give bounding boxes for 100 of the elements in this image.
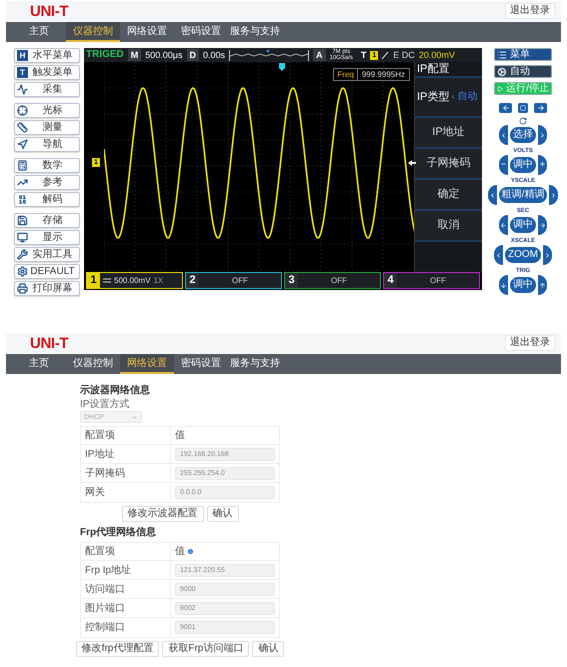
sidebar-button[interactable]: 数学 xyxy=(14,158,80,173)
table-cell: 访问端口 xyxy=(81,580,171,598)
chevron-left-icon xyxy=(500,132,507,138)
gears-icon xyxy=(497,66,507,76)
nav-tab[interactable]: 主页 xyxy=(12,354,66,374)
play-icon xyxy=(497,84,504,94)
acquire-tag: A xyxy=(313,49,326,61)
menu-item[interactable]: 子网掩码 xyxy=(415,149,482,180)
sidebar-button[interactable]: 光标 xyxy=(14,103,80,118)
sidebar-button[interactable]: H 水平菜单 xyxy=(14,48,80,63)
nav-tab[interactable]: 服务与支持 xyxy=(228,22,282,42)
option-value: 自动 xyxy=(457,92,478,102)
chevron-left-icon xyxy=(495,252,502,258)
form-button[interactable]: 确认 xyxy=(252,641,284,657)
channel-number: 1 xyxy=(87,273,100,288)
turn-right-button[interactable] xyxy=(538,215,547,235)
sidebar-button[interactable]: 显示 xyxy=(14,230,80,245)
letter-icon: H xyxy=(17,50,28,61)
channel-tab[interactable]: 4 OFF xyxy=(383,272,480,289)
sidebar-button[interactable]: 测量 xyxy=(14,120,80,135)
turn-right-button[interactable] xyxy=(549,185,558,205)
decrease-button[interactable]: − xyxy=(499,155,508,175)
knob-button[interactable]: 调中 xyxy=(508,215,538,235)
turn-left-button[interactable] xyxy=(499,215,508,235)
increase-button[interactable]: + xyxy=(538,155,547,175)
knob-button[interactable]: 调中 xyxy=(508,155,538,175)
nav-tab[interactable]: 主页 xyxy=(12,22,66,42)
nav-tab[interactable]: 网络设置 xyxy=(120,22,174,42)
rotate-icon xyxy=(519,117,527,125)
section-title: 示波器网络信息 xyxy=(80,384,151,397)
arrow-right-icon xyxy=(539,222,546,228)
form-button[interactable]: 获取Frp访问端口 xyxy=(162,641,250,657)
turn-left-button[interactable] xyxy=(494,245,503,265)
brand-logo: UNI-T xyxy=(30,4,68,18)
timebase-tag: M xyxy=(128,49,142,61)
nav-tab[interactable]: 仪器控制 xyxy=(66,22,120,42)
channel-tab[interactable]: 1 500.00mV 1X xyxy=(86,272,183,289)
channel-tab[interactable]: 3 OFF xyxy=(284,272,381,289)
brand-logo: UNI-T xyxy=(30,336,68,350)
next-button[interactable] xyxy=(534,103,547,113)
channel-status: OFF xyxy=(429,275,447,287)
nav-tab[interactable]: 服务与支持 xyxy=(228,354,282,374)
channel-status: OFF xyxy=(231,275,249,287)
nav-tab[interactable]: 网络设置 xyxy=(120,354,174,374)
arrow-up-icon xyxy=(539,282,546,288)
menu-option[interactable]: IP类型 自动 xyxy=(415,78,482,118)
trigger-level-arrow-icon xyxy=(408,160,416,166)
nav-tab[interactable]: 密码设置 xyxy=(174,22,228,42)
form-button[interactable]: 修改frp代理配置 xyxy=(76,641,160,657)
knob-button[interactable]: 选择 xyxy=(508,125,538,145)
sidebar-button[interactable]: 导航 xyxy=(14,137,80,152)
menu-item[interactable]: IP地址 xyxy=(415,118,482,149)
control-button[interactable]: 自动 xyxy=(494,65,552,78)
table-cell: IP地址 xyxy=(81,445,171,463)
turn-left-button[interactable] xyxy=(499,125,508,145)
field-label: IP设置方式 xyxy=(80,399,130,411)
chevron-down-icon xyxy=(131,414,138,420)
chevron-left-icon xyxy=(450,94,456,100)
menu-item[interactable]: 取消 xyxy=(415,211,482,242)
channel-number: 3 xyxy=(285,273,298,288)
table-cell: 控制端口 xyxy=(81,618,171,637)
trigger-state: TRIGED xyxy=(86,50,124,60)
control-button[interactable]: 菜单 xyxy=(494,48,552,61)
sidebar-button[interactable]: T 触发菜单 xyxy=(14,65,80,80)
form-button[interactable]: 确认 xyxy=(206,506,238,522)
knob-button[interactable]: ZOOM xyxy=(503,245,543,265)
logout-button[interactable]: 退出登录 xyxy=(505,3,555,19)
sidebar-button[interactable]: 采集 xyxy=(14,82,80,97)
column-header: 配置项 xyxy=(81,543,171,560)
turn-left-button[interactable] xyxy=(499,275,508,295)
info-icon[interactable] xyxy=(187,548,194,555)
logout-button[interactable]: 退出登录 xyxy=(505,335,555,351)
menu-item[interactable]: 确定 xyxy=(415,180,482,211)
stop-button[interactable] xyxy=(518,103,528,113)
channel-scale: 500.00mV xyxy=(114,276,150,284)
table-cell: 子网掩码 xyxy=(81,464,171,482)
sidebar-button[interactable]: 参考 xyxy=(14,175,80,190)
knob-button[interactable]: 调中 xyxy=(508,275,538,295)
rising-edge-icon xyxy=(382,50,390,60)
probe-ratio: 1X xyxy=(153,276,164,284)
sidebar-button[interactable]: 解码 xyxy=(14,192,80,207)
previous-button[interactable] xyxy=(499,103,512,113)
knob-button[interactable]: 粗调/精调 xyxy=(496,185,550,205)
sidebar-button[interactable]: 打印屏幕 xyxy=(14,281,80,296)
column-header: 值 xyxy=(175,430,185,442)
nav-tab[interactable]: 仪器控制 xyxy=(66,354,120,374)
turn-right-button[interactable] xyxy=(538,125,547,145)
turn-left-button[interactable] xyxy=(488,185,497,205)
channel-status: OFF xyxy=(330,275,348,287)
turn-right-button[interactable] xyxy=(538,275,547,295)
turn-right-button[interactable] xyxy=(543,245,552,265)
sidebar-button[interactable]: DEFAULT xyxy=(14,264,80,279)
nav-tab[interactable]: 密码设置 xyxy=(174,354,228,374)
table-cell: Frp Ip地址 xyxy=(81,561,171,579)
list-icon xyxy=(497,50,507,60)
sidebar-button[interactable]: 实用工具 xyxy=(14,247,80,262)
form-button[interactable]: 修改示波器配置 xyxy=(122,506,204,522)
channel-tab[interactable]: 2 OFF xyxy=(185,272,282,289)
sidebar-button[interactable]: 存储 xyxy=(14,213,80,228)
chevron-right-icon xyxy=(550,192,558,198)
